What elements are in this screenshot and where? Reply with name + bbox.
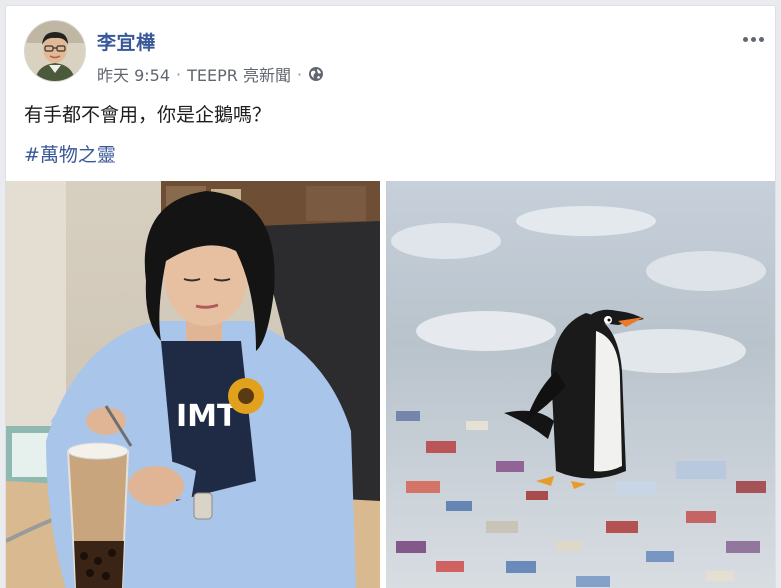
avatar-image: [25, 21, 85, 81]
post-photo-right[interactable]: [386, 181, 775, 588]
meta-separator: ·: [296, 64, 303, 84]
globe-icon[interactable]: [308, 66, 324, 82]
shirt-text: IMT: [176, 399, 238, 434]
post-body-text: 有手都不會用，你是企鵝嗎？: [24, 104, 272, 126]
photo-penguin-debris: [386, 181, 775, 588]
more-options-icon[interactable]: [739, 30, 767, 48]
feed-post: 李宜樺 昨天 9:54 · TEEPR 亮新聞 · 有手都不會用，你是企鵝嗎？ …: [5, 5, 776, 588]
author-name-link[interactable]: 李宜樺: [97, 28, 156, 55]
post-source-link[interactable]: TEEPR 亮新聞: [187, 62, 291, 86]
photo-woman-bubble-tea: IMT: [6, 181, 380, 588]
meta-separator: ·: [176, 64, 182, 84]
post-photo-left[interactable]: IMT: [6, 181, 380, 588]
author-avatar[interactable]: [24, 20, 86, 82]
post-meta: 昨天 9:54 · TEEPR 亮新聞 ·: [97, 62, 324, 86]
hashtag-link[interactable]: #萬物之靈: [24, 140, 116, 167]
post-timestamp[interactable]: 昨天 9:54: [97, 62, 170, 86]
